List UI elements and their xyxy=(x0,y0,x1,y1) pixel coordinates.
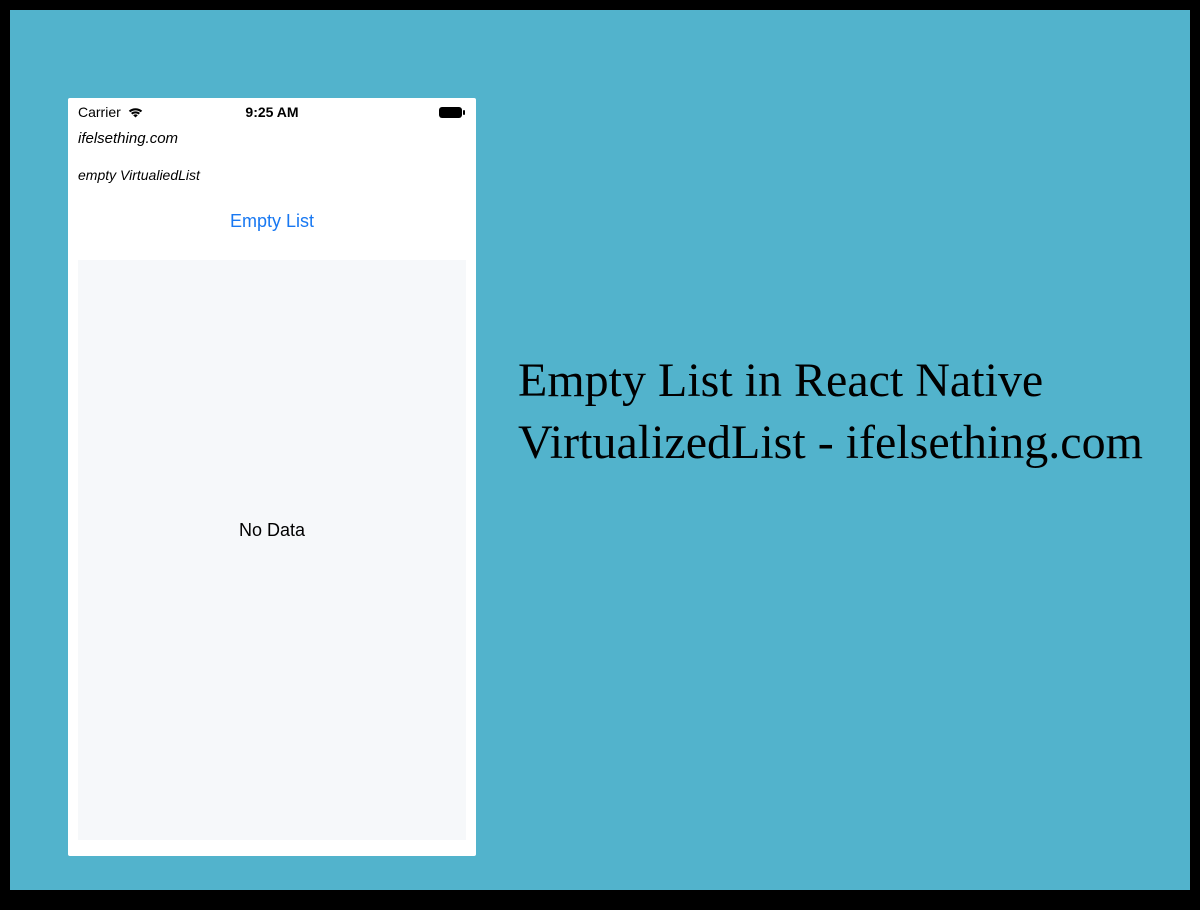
virtualized-list-container[interactable]: No Data xyxy=(78,260,466,840)
empty-state-label: No Data xyxy=(239,520,305,541)
page-headline: Empty List in React Native VirtualizedLi… xyxy=(518,350,1168,475)
wifi-icon xyxy=(127,106,144,118)
status-bar: Carrier 9:25 AM xyxy=(68,98,476,126)
site-name-label: ifelsething.com xyxy=(78,130,466,147)
battery-icon xyxy=(438,106,466,119)
app-header: ifelsething.com xyxy=(68,126,476,149)
status-bar-left: Carrier xyxy=(78,104,144,120)
empty-list-button-label: Empty List xyxy=(230,211,314,231)
status-bar-time: 9:25 AM xyxy=(245,104,298,120)
carrier-label: Carrier xyxy=(78,104,121,120)
phone-simulator-frame: Carrier 9:25 AM ifelsething.com xyxy=(68,98,476,856)
screen-subtitle: empty VirtualiedList xyxy=(68,149,476,187)
empty-list-button[interactable]: Empty List xyxy=(68,187,476,250)
background-canvas: Carrier 9:25 AM ifelsething.com xyxy=(10,10,1190,890)
status-bar-right xyxy=(438,106,466,119)
